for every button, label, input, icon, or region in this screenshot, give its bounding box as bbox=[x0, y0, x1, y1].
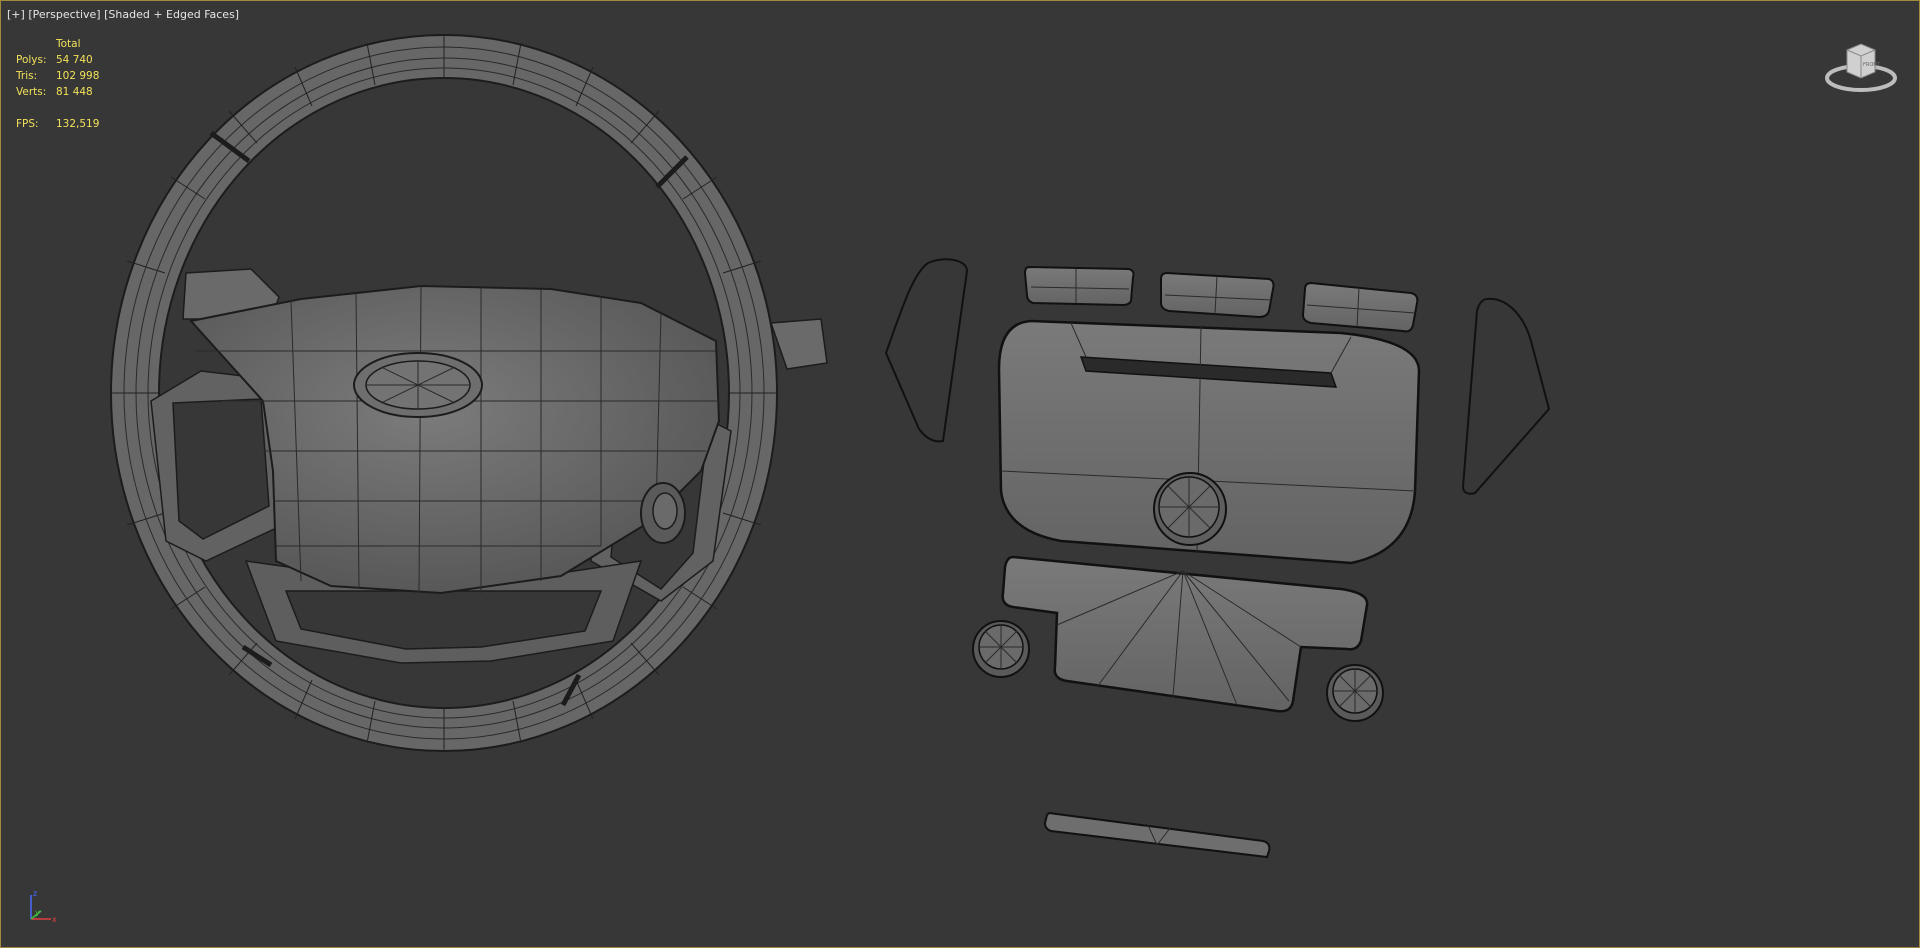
button-cap-1[interactable] bbox=[1023, 265, 1135, 307]
right-stalk[interactable] bbox=[769, 318, 828, 370]
steering-wheel-mesh[interactable] bbox=[110, 34, 828, 752]
axis-z-label: z bbox=[33, 889, 37, 898]
scene-geometry[interactable] bbox=[1, 1, 1919, 947]
stats-value: 132,519 bbox=[56, 118, 100, 130]
bottom-trim-strip[interactable] bbox=[1043, 811, 1271, 859]
small-knob-right[interactable] bbox=[1326, 664, 1384, 722]
viewcube-face-label: FRONT bbox=[1863, 62, 1881, 68]
right-trim-piece[interactable] bbox=[1461, 297, 1551, 495]
stats-value: 102 998 bbox=[56, 70, 100, 82]
viewport-label-bar: [+] [Perspective] [Shaded + Edged Faces] bbox=[7, 8, 239, 21]
stats-label: Polys: bbox=[16, 54, 47, 66]
axis-tripod-icon: z y x bbox=[30, 889, 57, 924]
axis-x-label: x bbox=[52, 915, 57, 924]
perspective-viewport[interactable]: [+] [Perspective] [Shaded + Edged Faces]… bbox=[0, 0, 1920, 948]
viewport-point-of-view-label[interactable]: [Perspective] bbox=[28, 8, 100, 21]
wheel-emblem bbox=[353, 352, 483, 418]
button-caps[interactable] bbox=[1023, 265, 1419, 333]
stats-label: Tris: bbox=[16, 70, 38, 82]
button-cap-3[interactable] bbox=[1301, 281, 1419, 333]
viewport-menu-plus[interactable]: [+] bbox=[7, 8, 25, 21]
lower-plate[interactable] bbox=[1001, 555, 1369, 713]
center-panel-mesh[interactable] bbox=[997, 319, 1421, 565]
stats-value: 54 740 bbox=[56, 54, 93, 66]
ignition-knob bbox=[640, 482, 686, 544]
viewport-shading-label[interactable]: [Shaded + Edged Faces] bbox=[104, 8, 239, 21]
small-knob-left[interactable] bbox=[972, 620, 1030, 678]
stats-header: Total bbox=[56, 38, 81, 50]
stats-value: 81 448 bbox=[56, 86, 93, 98]
left-trim-piece[interactable] bbox=[884, 258, 969, 443]
stats-label: FPS: bbox=[16, 118, 39, 130]
stats-label: Verts: bbox=[16, 86, 47, 98]
lower-plate-mesh[interactable] bbox=[1001, 555, 1369, 713]
panel-knob[interactable] bbox=[1153, 472, 1227, 546]
viewcube-icon[interactable]: FRONT bbox=[1823, 36, 1899, 96]
axis-y-label: y bbox=[35, 908, 40, 917]
